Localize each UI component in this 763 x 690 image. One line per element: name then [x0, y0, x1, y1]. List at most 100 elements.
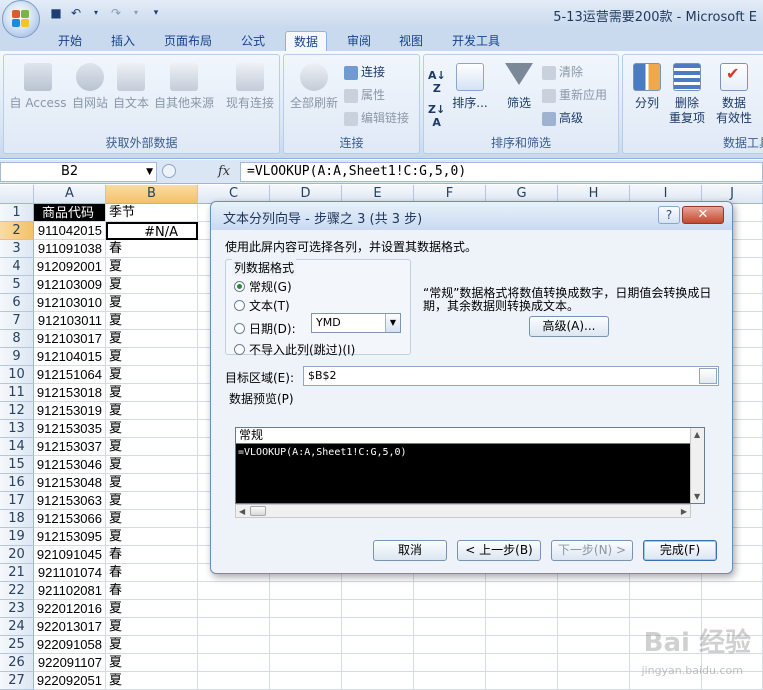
empty-cell[interactable]	[630, 582, 702, 600]
from-text-button[interactable]: 自文本	[111, 63, 151, 111]
remove-duplicates-button[interactable]: 删除 重复项	[667, 63, 707, 126]
cell-product-code[interactable]: 912103011	[34, 312, 106, 330]
cell-season[interactable]: 夏	[106, 276, 198, 294]
office-button[interactable]	[2, 0, 40, 38]
existing-connections-button[interactable]: 现有连接	[224, 63, 276, 111]
empty-cell[interactable]	[558, 618, 630, 636]
undo-dropdown-icon[interactable]: ▾	[88, 5, 104, 21]
empty-cell[interactable]	[486, 636, 558, 654]
cell-product-code[interactable]: 912153066	[34, 510, 106, 528]
empty-cell[interactable]	[342, 672, 414, 690]
row-header[interactable]: 19	[0, 528, 34, 546]
formula-input[interactable]: =VLOOKUP(A:A,Sheet1!C:G,5,0)	[240, 162, 763, 182]
cell-product-code[interactable]: 922013017	[34, 618, 106, 636]
empty-cell[interactable]	[198, 654, 270, 672]
next-button[interactable]: 下一步(N) >	[551, 540, 633, 561]
scroll-up-icon[interactable]: ▲	[694, 430, 700, 439]
edit-links-button[interactable]: 编辑链接	[344, 109, 409, 126]
clear-button[interactable]: 清除	[542, 63, 583, 80]
empty-cell[interactable]	[486, 582, 558, 600]
radio-skip-column[interactable]: 不导入此列(跳过)(I)	[234, 341, 355, 358]
help-button[interactable]: ?	[658, 206, 680, 224]
row-header[interactable]: 26	[0, 654, 34, 672]
cell-product-code[interactable]: 921091045	[34, 546, 106, 564]
cell-season[interactable]: 夏	[106, 474, 198, 492]
sort-za-button[interactable]: Z↓ A	[428, 103, 445, 129]
row-header[interactable]: 5	[0, 276, 34, 294]
tab-home[interactable]: 开始	[50, 31, 90, 52]
cell-product-code[interactable]: 912153063	[34, 492, 106, 510]
empty-cell[interactable]	[486, 600, 558, 618]
cell-product-code[interactable]: 911042015	[34, 222, 106, 240]
row-header[interactable]: 27	[0, 672, 34, 690]
cell-product-code[interactable]: 912153035	[34, 420, 106, 438]
finish-button[interactable]: 完成(F)	[643, 540, 717, 561]
from-other-sources-button[interactable]: 自其他来源	[153, 63, 215, 111]
scroll-left-icon[interactable]: ◀	[239, 507, 245, 516]
from-access-button[interactable]: 自 Access	[8, 63, 68, 111]
cell-season[interactable]: 夏	[106, 600, 198, 618]
cell-product-code[interactable]: 912153019	[34, 402, 106, 420]
row-header[interactable]: 24	[0, 618, 34, 636]
active-cell-b2[interactable]: #N/A	[106, 222, 198, 240]
tab-data[interactable]: 数据	[285, 31, 328, 52]
cell-product-code[interactable]: 922092051	[34, 672, 106, 690]
insert-function-icon[interactable]: fx	[218, 164, 230, 179]
undo-icon[interactable]: ↶	[68, 5, 84, 21]
cell-product-code[interactable]: 912153046	[34, 456, 106, 474]
empty-cell[interactable]	[270, 618, 342, 636]
row-header[interactable]: 18	[0, 510, 34, 528]
empty-cell[interactable]	[414, 654, 486, 672]
row-header[interactable]: 8	[0, 330, 34, 348]
tab-view[interactable]: 视图	[391, 31, 431, 52]
tab-page-layout[interactable]: 页面布局	[156, 31, 220, 52]
connections-button[interactable]: 连接	[344, 63, 385, 80]
row-header[interactable]: 6	[0, 294, 34, 312]
target-range-input[interactable]: $B$2	[303, 366, 719, 386]
cell-product-code[interactable]: 912153048	[34, 474, 106, 492]
cell-product-code[interactable]: 912153037	[34, 438, 106, 456]
empty-cell[interactable]	[198, 582, 270, 600]
empty-cell[interactable]	[198, 636, 270, 654]
empty-cell[interactable]	[342, 636, 414, 654]
row-header[interactable]: 16	[0, 474, 34, 492]
row-header[interactable]: 20	[0, 546, 34, 564]
cell-season[interactable]: 夏	[106, 528, 198, 546]
cell-season[interactable]: 春	[106, 546, 198, 564]
cell-product-code[interactable]: 921101074	[34, 564, 106, 582]
row-header[interactable]: 2	[0, 222, 34, 240]
row-header[interactable]: 9	[0, 348, 34, 366]
cell-season[interactable]: 夏	[106, 672, 198, 690]
cell-product-code[interactable]: 912151064	[34, 366, 106, 384]
formula-cancel-icon[interactable]	[162, 164, 176, 178]
empty-cell[interactable]	[414, 672, 486, 690]
chevron-down-icon[interactable]: ▼	[385, 314, 400, 332]
text-to-columns-button[interactable]: 分列	[629, 63, 665, 111]
dialog-title-bar[interactable]: 文本分列向导 - 步骤之 3 (共 3 步) ? ✕	[211, 202, 732, 230]
row-header[interactable]: 7	[0, 312, 34, 330]
empty-cell[interactable]	[270, 582, 342, 600]
customize-qat-icon[interactable]: ▾	[148, 5, 164, 21]
row-header[interactable]: 21	[0, 564, 34, 582]
cell-season[interactable]: 夏	[106, 492, 198, 510]
cell-product-code[interactable]: 922091107	[34, 654, 106, 672]
range-picker-icon[interactable]	[699, 368, 717, 384]
cell-season[interactable]: 夏	[106, 258, 198, 276]
header-cell-product-code[interactable]: 商品代码	[34, 204, 106, 222]
empty-cell[interactable]	[486, 672, 558, 690]
empty-cell[interactable]	[558, 582, 630, 600]
cell-season[interactable]: 夏	[106, 654, 198, 672]
tab-developer[interactable]: 开发工具	[444, 31, 508, 52]
empty-cell[interactable]	[486, 618, 558, 636]
empty-cell[interactable]	[414, 636, 486, 654]
row-header[interactable]: 15	[0, 456, 34, 474]
advanced-filter-button[interactable]: 高级	[542, 109, 583, 126]
preview-vertical-scrollbar[interactable]: ▲ ▼	[690, 428, 704, 503]
cell-product-code[interactable]: 912153018	[34, 384, 106, 402]
empty-cell[interactable]	[270, 636, 342, 654]
row-header[interactable]: 11	[0, 384, 34, 402]
refresh-all-button[interactable]: 全部刷新	[288, 63, 340, 111]
empty-cell[interactable]	[342, 582, 414, 600]
cell-season[interactable]: 春	[106, 582, 198, 600]
row-header[interactable]: 13	[0, 420, 34, 438]
